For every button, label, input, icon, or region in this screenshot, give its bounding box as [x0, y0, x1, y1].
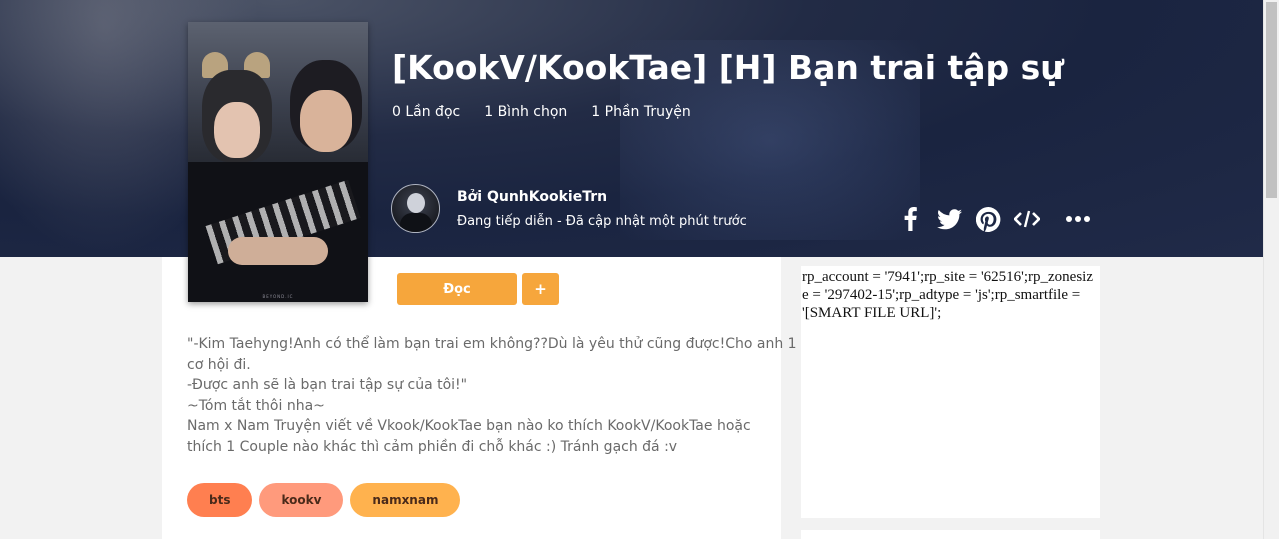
story-status: Đang tiếp diễn - Đã cập nhật một phút tr… [457, 214, 747, 229]
author-avatar[interactable] [391, 184, 440, 233]
description-line: Nam x Nam Truyện viết về Vkook/KookTae b… [187, 418, 751, 434]
story-tags: bts kookv namxnam [187, 483, 461, 517]
description-line: -Được anh sẽ là bạn trai tập sự của tôi!… [187, 377, 468, 393]
avatar-suit [400, 213, 432, 232]
cover-arm [228, 237, 328, 265]
facebook-icon[interactable] [897, 204, 923, 234]
description-line: "-Kim Taehyng!Anh có thể làm bạn trai em… [187, 336, 797, 352]
cover-brand-mark: BEYOND.IC [262, 294, 294, 299]
page-scrollbar[interactable] [1263, 0, 1279, 539]
pinterest-icon[interactable] [975, 204, 1001, 234]
read-button[interactable]: Đọc [397, 273, 517, 305]
story-stats: 0 Lần đọc 1 Bình chọn 1 Phần Truyện [392, 104, 691, 120]
more-options-icon[interactable] [1065, 204, 1091, 234]
share-toolbar [897, 204, 1104, 234]
avatar-face [407, 193, 425, 213]
tag-namxnam[interactable]: namxnam [350, 483, 461, 517]
add-to-library-button[interactable]: + [522, 273, 559, 305]
stat-votes: 1 Bình chọn [484, 104, 568, 120]
ad-placeholder: rp_account = '7941';rp_site = '62516';rp… [801, 266, 1100, 518]
story-title: [KookV/KookTae] [H] Bạn trai tập sự [392, 48, 1064, 87]
cover-person-left-face [214, 102, 260, 158]
description-line: thích 1 Couple nào khác thì cảm phiền đi… [187, 438, 678, 455]
stat-parts: 1 Phần Truyện [591, 104, 691, 120]
scrollbar-thumb[interactable] [1266, 2, 1277, 198]
stat-reads: 0 Lần đọc [392, 104, 461, 120]
story-description: "-Kim Taehyng!Anh có thể làm bạn trai em… [187, 334, 797, 457]
embed-code-icon[interactable] [1014, 204, 1040, 234]
story-cover-image[interactable]: BEYOND.IC [188, 22, 368, 302]
description-line: cơ hội đi. [187, 356, 251, 373]
twitter-icon[interactable] [936, 204, 962, 234]
tag-bts[interactable]: bts [187, 483, 253, 517]
description-line: ~Tóm tắt thôi nha~ [187, 397, 325, 414]
cover-person-right-face [300, 90, 352, 152]
sidebar-card [801, 530, 1100, 539]
tag-kookv[interactable]: kookv [259, 483, 344, 517]
author-name-link[interactable]: Bởi QunhKookieTrn [457, 189, 607, 205]
